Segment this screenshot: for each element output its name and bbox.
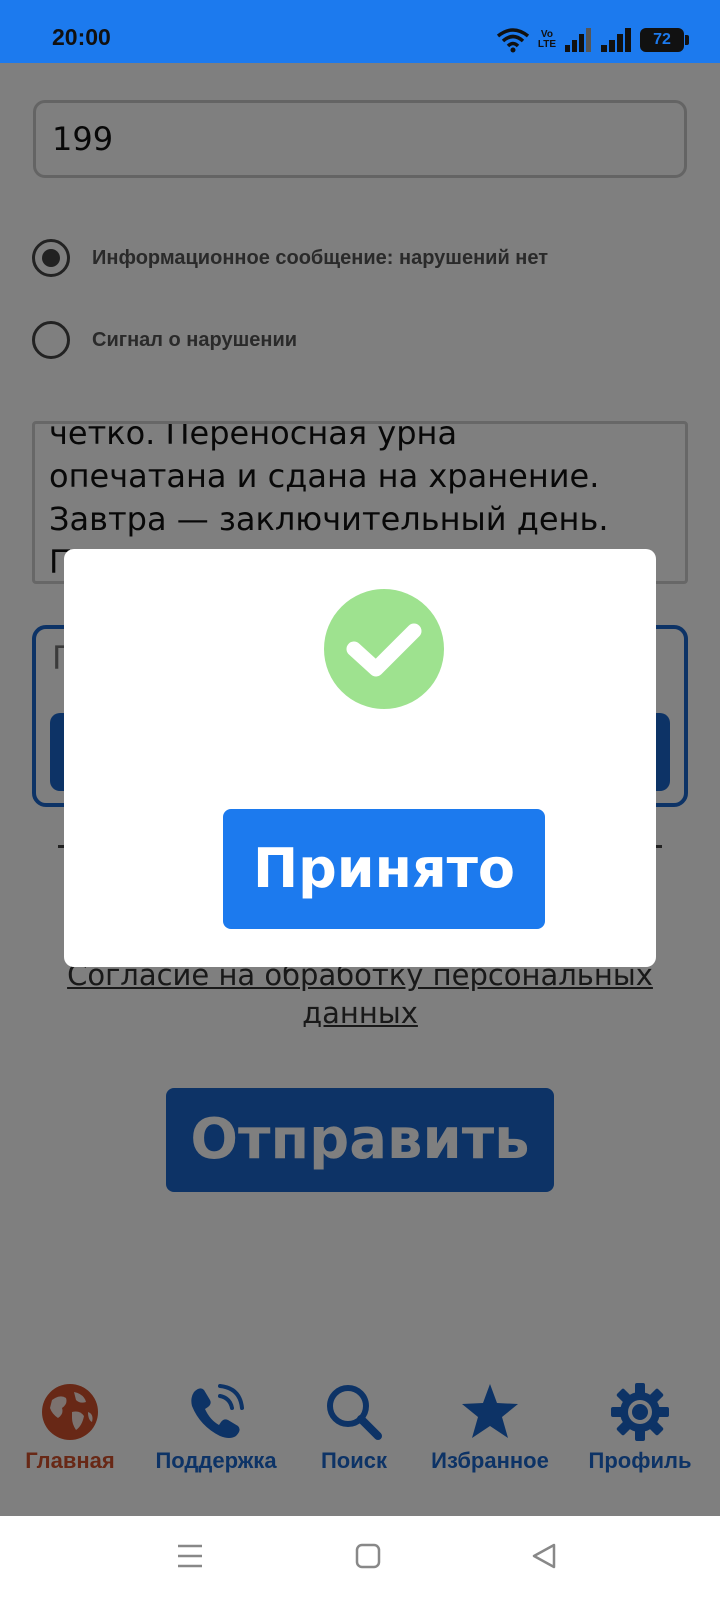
- signal-icon: [601, 28, 631, 52]
- lte-label: LTE: [537, 39, 556, 50]
- system-nav-bar: [0, 1516, 720, 1604]
- status-icons: Vo LTE 72: [496, 24, 689, 56]
- signal-icon: [565, 28, 591, 52]
- back-icon[interactable]: [530, 1542, 558, 1570]
- home-icon[interactable]: [354, 1542, 382, 1570]
- check-circle-icon: [324, 589, 444, 709]
- battery-level: 72: [653, 31, 671, 48]
- battery-icon: 72: [640, 28, 689, 52]
- success-dialog: Принято: [64, 549, 656, 967]
- wifi-icon: [496, 28, 529, 53]
- checkmark-icon: [346, 623, 422, 677]
- accept-button[interactable]: Принято: [223, 809, 545, 929]
- status-time: 20:00: [52, 24, 111, 50]
- menu-icon[interactable]: [176, 1542, 204, 1570]
- status-bar: 20:00 Vo LTE 72: [0, 0, 720, 63]
- volte-icon: Vo LTE: [538, 30, 556, 50]
